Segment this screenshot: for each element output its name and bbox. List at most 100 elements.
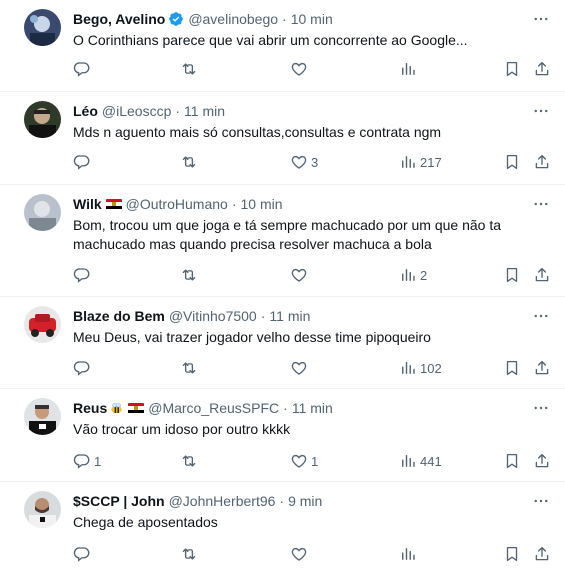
more-horizontal-icon[interactable]	[531, 399, 551, 417]
like-button[interactable]	[290, 358, 311, 378]
share-button[interactable]	[533, 358, 551, 378]
heart-icon	[290, 452, 308, 470]
more-horizontal-icon[interactable]	[531, 102, 551, 120]
share-button[interactable]	[533, 544, 551, 564]
views-button[interactable]: 102	[399, 358, 442, 378]
share-icon	[533, 60, 551, 78]
tweet[interactable]: Wilk @OutroHumano · 10 min Bom, trocou u…	[0, 185, 565, 297]
views-bar-chart-icon	[399, 153, 417, 171]
tweet[interactable]: Bego, Avelino @avelinobego · 10 min O Co…	[0, 0, 565, 92]
like-button[interactable]	[290, 265, 311, 285]
timestamp[interactable]: 11 min	[184, 102, 225, 120]
avatar[interactable]	[24, 101, 61, 138]
bookmark-icon	[503, 452, 521, 470]
views-bar-chart-icon	[399, 545, 417, 563]
like-button[interactable]	[290, 544, 311, 564]
share-button[interactable]	[533, 451, 551, 471]
bookmark-button[interactable]	[503, 358, 521, 378]
reply-icon	[73, 153, 91, 171]
views-button[interactable]	[399, 59, 420, 79]
views-bar-chart-icon	[399, 266, 417, 284]
heart-icon	[290, 60, 308, 78]
retweet-button[interactable]	[180, 451, 201, 471]
more-horizontal-icon[interactable]	[531, 307, 551, 325]
reply-button[interactable]	[73, 358, 94, 378]
reply-button[interactable]	[73, 544, 94, 564]
retweet-button[interactable]	[180, 265, 201, 285]
views-button[interactable]: 217	[399, 152, 442, 172]
bookmark-icon	[503, 153, 521, 171]
tweet[interactable]: Léo @iLeosccp · 11 min Mds n aguento mai…	[0, 92, 565, 185]
retweet-button[interactable]	[180, 544, 201, 564]
views-button[interactable]	[399, 544, 420, 564]
reply-button[interactable]	[73, 265, 94, 285]
author-name[interactable]: Léo	[73, 102, 98, 120]
heart-icon	[290, 545, 308, 563]
bookmark-button[interactable]	[503, 265, 521, 285]
author-handle[interactable]: @Marco_ReusSPFC	[148, 399, 279, 417]
retweet-icon	[180, 359, 198, 377]
tweet[interactable]: Reus @Marco_ReusSPFC · 11 min Vão trocar…	[0, 389, 565, 482]
timestamp[interactable]: 11 min	[269, 307, 310, 325]
tweet[interactable]: $SCCP | John @JohnHerbert96 · 9 min Cheg…	[0, 482, 565, 581]
more-horizontal-icon[interactable]	[531, 492, 551, 510]
separator: ·	[282, 11, 287, 27]
views-button[interactable]: 441	[399, 451, 442, 471]
author-name[interactable]: Blaze do Bem	[73, 307, 165, 325]
retweet-button[interactable]	[180, 358, 201, 378]
bookmark-button[interactable]	[503, 451, 521, 471]
reply-button[interactable]: 1	[73, 451, 101, 471]
author-handle[interactable]: @OutroHumano	[126, 195, 228, 213]
timestamp[interactable]: 10 min	[291, 10, 333, 28]
author-handle[interactable]: @JohnHerbert96	[169, 492, 276, 510]
like-count: 1	[311, 453, 319, 469]
views-button[interactable]: 2	[399, 265, 427, 285]
author-name[interactable]: Bego, Avelino	[73, 10, 165, 28]
bookmark-button[interactable]	[503, 152, 521, 172]
tweet-text: Meu Deus, vai trazer jogador velho desse…	[73, 329, 431, 345]
reply-button[interactable]	[73, 59, 94, 79]
author-name[interactable]: Reus	[73, 399, 107, 417]
tweet[interactable]: Blaze do Bem @Vitinho7500 · 11 min Meu D…	[0, 297, 565, 389]
reply-button[interactable]	[73, 152, 94, 172]
action-bar: 102	[73, 358, 551, 378]
author-handle[interactable]: @iLeosccp	[102, 102, 171, 120]
reply-count: 1	[94, 453, 102, 469]
share-button[interactable]	[533, 265, 551, 285]
avatar[interactable]	[24, 491, 61, 528]
author-name[interactable]: $SCCP | John	[73, 492, 165, 510]
timestamp[interactable]: 10 min	[240, 195, 282, 213]
timestamp[interactable]: 11 min	[292, 399, 333, 417]
bookmark-icon	[503, 60, 521, 78]
action-bar: 1 1 441	[73, 451, 551, 471]
bookmark-button[interactable]	[503, 59, 521, 79]
share-icon	[533, 452, 551, 470]
bookmark-button[interactable]	[503, 544, 521, 564]
avatar[interactable]	[24, 194, 61, 231]
avatar[interactable]	[24, 306, 61, 343]
author-name[interactable]: Wilk	[73, 195, 102, 213]
reply-icon	[73, 452, 91, 470]
like-button[interactable]: 1	[290, 451, 318, 471]
share-button[interactable]	[533, 59, 551, 79]
more-horizontal-icon[interactable]	[531, 195, 551, 213]
timestamp[interactable]: 9 min	[288, 492, 322, 510]
more-horizontal-icon[interactable]	[531, 10, 551, 28]
bee-emoji-icon	[109, 401, 124, 416]
retweet-icon	[180, 266, 198, 284]
egypt-flag-icon	[128, 402, 145, 414]
retweet-icon	[180, 545, 198, 563]
heart-icon	[290, 359, 308, 377]
retweet-button[interactable]	[180, 152, 201, 172]
reply-icon	[73, 266, 91, 284]
like-button[interactable]	[290, 59, 311, 79]
like-button[interactable]: 3	[290, 152, 318, 172]
retweet-button[interactable]	[180, 59, 201, 79]
avatar[interactable]	[24, 9, 61, 46]
separator: ·	[231, 196, 237, 212]
author-handle[interactable]: @Vitinho7500	[169, 307, 257, 325]
views-bar-chart-icon	[399, 359, 417, 377]
author-handle[interactable]: @avelinobego	[188, 10, 278, 28]
avatar[interactable]	[24, 398, 61, 435]
share-button[interactable]	[533, 152, 551, 172]
